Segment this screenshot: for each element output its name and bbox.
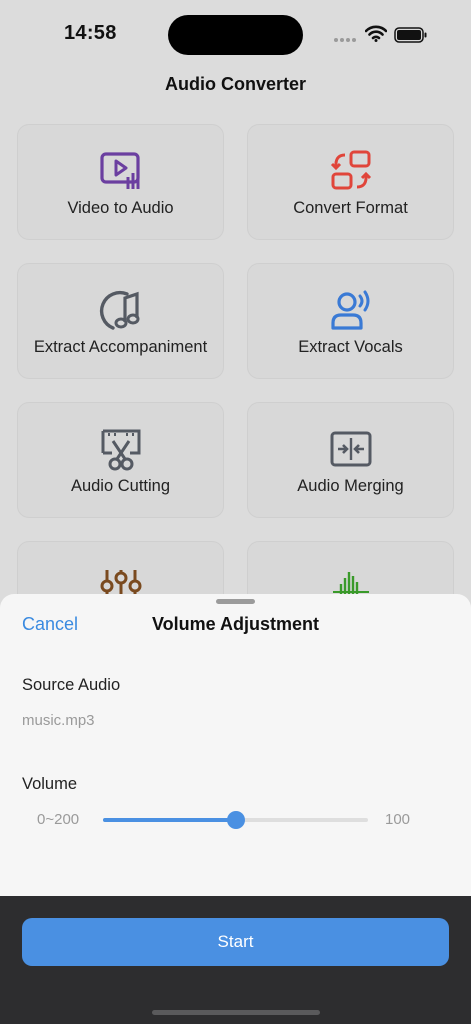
- tool-label: Video to Audio: [67, 199, 174, 217]
- cellular-signal-icon: [334, 38, 356, 42]
- scissors-film-icon: [101, 429, 140, 471]
- dynamic-island: [168, 15, 303, 55]
- footer-bar: Start: [0, 896, 471, 1024]
- volume-adjustment-sheet: Cancel Volume Adjustment Source Audio mu…: [0, 594, 471, 896]
- volume-range-label: 0~200: [37, 811, 80, 828]
- music-note-icon: [99, 290, 139, 330]
- tool-extract-vocals[interactable]: Extract Vocals: [247, 263, 454, 379]
- tool-convert-format[interactable]: Convert Format: [247, 124, 454, 240]
- status-time: 14:58: [64, 22, 117, 44]
- volume-value: 100: [385, 811, 411, 828]
- vocals-person-icon: [330, 290, 369, 330]
- home-indicator: [152, 1010, 320, 1015]
- app-title: Audio Converter: [164, 74, 306, 94]
- volume-slider-thumb[interactable]: [226, 811, 245, 829]
- tool-extract-accompaniment[interactable]: Extract Accompaniment: [17, 263, 224, 379]
- source-audio-value: music.mp3: [22, 712, 95, 729]
- tool-label: Convert Format: [293, 199, 408, 217]
- sheet-grabber[interactable]: [216, 599, 255, 604]
- wifi-icon: [365, 25, 387, 42]
- merge-arrows-icon: [330, 431, 371, 467]
- tool-audio-cutting[interactable]: Audio Cutting: [17, 402, 224, 518]
- volume-slider-fill: [103, 818, 236, 822]
- source-audio-label: Source Audio: [22, 676, 121, 694]
- volume-slider[interactable]: [103, 811, 368, 829]
- tool-label: Audio Merging: [297, 477, 404, 495]
- tool-audio-merging[interactable]: Audio Merging: [247, 402, 454, 518]
- sheet-title: Volume Adjustment: [151, 614, 319, 634]
- battery-icon: [394, 27, 427, 43]
- tool-label: Extract Vocals: [298, 338, 403, 356]
- video-to-audio-icon: [99, 152, 140, 189]
- tool-label: Extract Accompaniment: [33, 338, 208, 356]
- volume-label: Volume: [22, 775, 78, 793]
- convert-format-icon: [330, 150, 371, 190]
- start-button[interactable]: Start: [22, 918, 449, 966]
- status-bar: 14:58: [0, 0, 471, 70]
- tool-label: Audio Cutting: [70, 477, 171, 495]
- tool-video-to-audio[interactable]: Video to Audio: [17, 124, 224, 240]
